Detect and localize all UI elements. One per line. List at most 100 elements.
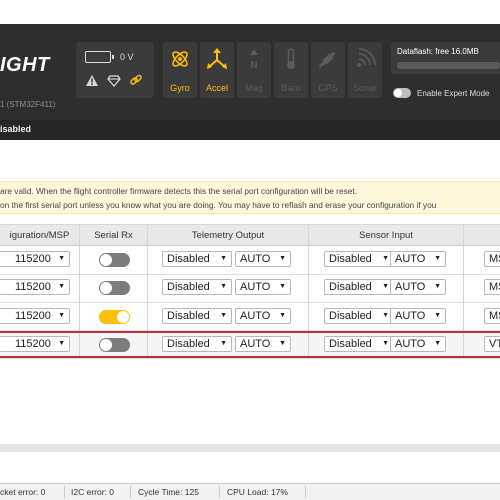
msp-baud-value: 115200 (15, 338, 51, 350)
sensor-baud-value: AUTO (395, 310, 426, 322)
row-divider (0, 330, 500, 331)
sensor-label: GPS (318, 83, 338, 93)
sensor-mode-select[interactable]: Disabled ▼ (324, 336, 394, 352)
telemetry-mode-select[interactable]: Disabled ▼ (162, 279, 232, 295)
extra-select[interactable]: MS (484, 308, 500, 324)
accel-icon (207, 48, 227, 69)
column-header-telemetry: Telemetry Output (148, 224, 308, 246)
telemetry-mode-select[interactable]: Disabled ▼ (162, 336, 232, 352)
sensor-baud-value: AUTO (395, 253, 426, 265)
caret-icon: ▼ (434, 283, 441, 290)
sensor-mode-value: Disabled (329, 281, 372, 293)
telemetry-baud-value: AUTO (240, 253, 271, 265)
serial-rx-toggle[interactable] (99, 253, 130, 267)
expert-mode-toggle[interactable] (393, 88, 411, 98)
warning-notes: are valid. When the flight controller fi… (0, 181, 500, 214)
caret-icon: ▼ (220, 312, 227, 319)
i2c-error-status: I2C error: 0 (71, 487, 114, 497)
caret-icon: ▼ (382, 340, 389, 347)
baro-icon (287, 48, 295, 69)
expert-mode-toggle-row[interactable]: Enable Expert Mode (393, 88, 490, 98)
status-divider (219, 486, 220, 498)
telemetry-mode-select[interactable]: Disabled ▼ (162, 251, 232, 267)
gyro-icon (172, 51, 188, 67)
column-divider (308, 224, 309, 358)
serial-rx-toggle[interactable] (99, 338, 130, 352)
caret-icon: ▼ (58, 255, 65, 262)
sensor-baud-select[interactable]: AUTO ▼ (390, 336, 446, 352)
telemetry-mode-value: Disabled (167, 253, 210, 265)
sensor-label: Baro (281, 83, 301, 93)
sensor-baud-value: AUTO (395, 281, 426, 293)
sonar-icon (357, 48, 376, 67)
telemetry-baud-value: AUTO (240, 338, 271, 350)
telemetry-mode-value: Disabled (167, 338, 210, 350)
caret-icon: ▼ (434, 340, 441, 347)
extra-value: MS (489, 253, 500, 265)
msp-baud-select[interactable]: 115200 ▼ (0, 336, 70, 352)
extra-select[interactable]: VT (484, 336, 500, 352)
dataflash-bar (397, 62, 500, 69)
telemetry-mode-value: Disabled (167, 281, 210, 293)
link-icon[interactable] (129, 74, 143, 87)
sensor-mode-select[interactable]: Disabled ▼ (324, 308, 394, 324)
msp-baud-value: 115200 (15, 310, 51, 322)
window-top-strip (0, 0, 500, 24)
dataflash-panel: Dataflash: free 16.0MB (391, 42, 500, 74)
sensor-mode-select[interactable]: Disabled ▼ (324, 251, 394, 267)
sensor-label: Mag (245, 83, 263, 93)
column-divider (79, 224, 80, 358)
caret-icon: ▼ (382, 255, 389, 262)
column-header-sensor: Sensor Input (309, 224, 463, 246)
row-divider (0, 274, 500, 275)
msp-baud-select[interactable]: 115200 ▼ (0, 279, 70, 295)
status-divider (64, 486, 65, 498)
caret-icon: ▼ (279, 312, 286, 319)
extra-select[interactable]: MS (484, 279, 500, 295)
caret-icon: ▼ (58, 283, 65, 290)
sensor-gps: GPS (311, 42, 345, 98)
sensor-label: Accel (205, 83, 228, 93)
sensor-baud-select[interactable]: AUTO ▼ (390, 279, 446, 295)
caret-icon: ▼ (58, 312, 65, 319)
caret-icon: ▼ (58, 340, 65, 347)
msp-baud-value: 115200 (15, 253, 51, 265)
content-bottom-bar (0, 444, 500, 452)
sensor-baud-select[interactable]: AUTO ▼ (390, 308, 446, 324)
extra-select[interactable]: MS (484, 251, 500, 267)
telemetry-mode-select[interactable]: Disabled ▼ (162, 308, 232, 324)
sensor-mode-value: Disabled (329, 310, 372, 322)
telemetry-baud-select[interactable]: AUTO ▼ (235, 279, 291, 295)
telemetry-baud-select[interactable]: AUTO ▼ (235, 336, 291, 352)
extra-value: MS (489, 281, 500, 293)
dataflash-label: Dataflash: free 16.0MB (397, 47, 479, 56)
sensor-mode-select[interactable]: Disabled ▼ (324, 279, 394, 295)
msp-baud-select[interactable]: 115200 ▼ (0, 251, 70, 267)
note-line-1: are valid. When the flight controller fi… (0, 186, 357, 196)
app-logo: IGHT (0, 54, 50, 76)
sensor-label: Gyro (170, 83, 190, 93)
gps-icon (319, 51, 336, 69)
serial-rx-toggle[interactable] (99, 281, 130, 295)
telemetry-baud-select[interactable]: AUTO ▼ (235, 251, 291, 267)
caret-icon: ▼ (220, 340, 227, 347)
battery-voltage: 0 V (120, 52, 134, 62)
sensor-baud-select[interactable]: AUTO ▼ (390, 251, 446, 267)
caret-icon: ▼ (382, 283, 389, 290)
telemetry-mode-value: Disabled (167, 310, 210, 322)
caret-icon: ▼ (279, 255, 286, 262)
column-divider (147, 224, 148, 358)
caret-icon: ▼ (434, 312, 441, 319)
telemetry-baud-select[interactable]: AUTO ▼ (235, 308, 291, 324)
arming-status-text: isabled (0, 124, 32, 134)
msp-baud-select[interactable]: 115200 ▼ (0, 308, 70, 324)
mag-icon: N (250, 49, 258, 70)
sensor-baro: Baro (274, 42, 308, 98)
warning-icon (86, 75, 98, 86)
packet-error-status: cket error: 0 (0, 487, 46, 497)
serial-rx-toggle[interactable] (99, 310, 130, 324)
svg-text:N: N (250, 60, 257, 70)
caret-icon: ▼ (434, 255, 441, 262)
column-header-config-msp: iguration/MSP (0, 224, 79, 246)
battery-panel: 0 V (76, 42, 154, 98)
